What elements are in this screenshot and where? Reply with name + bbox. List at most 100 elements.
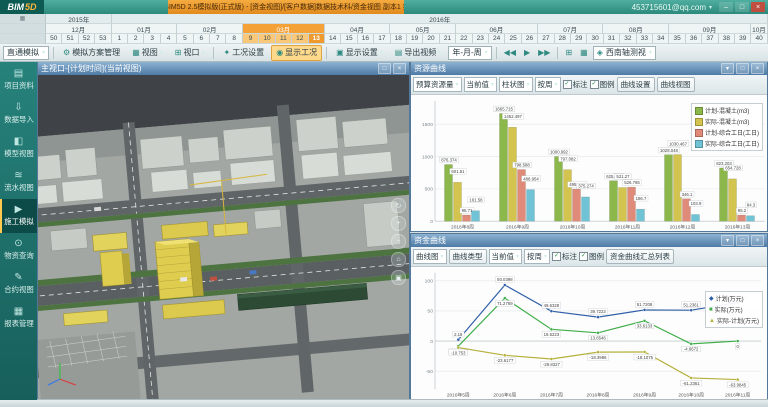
viewport-header[interactable]: 主视口-[计划时间](当前视图) □× — [38, 62, 409, 75]
timeline-week-50[interactable]: 50 — [46, 34, 62, 44]
timeline-week-13[interactable]: 13 — [309, 34, 325, 44]
maximize-button[interactable]: □ — [735, 2, 749, 12]
timeline-week-10[interactable]: 10 — [259, 34, 275, 44]
fund-annotate-checkbox[interactable]: ✓标注 — [552, 251, 577, 262]
timeline-week-53[interactable]: 53 — [95, 34, 111, 44]
fund-menu-button[interactable]: ▾ — [721, 235, 734, 246]
resource-annotate-checkbox[interactable]: ✓标注 — [563, 79, 588, 90]
fund-value-mode-select[interactable]: 当前值▾ — [489, 249, 523, 264]
timeline-month-01月[interactable]: 01月 — [112, 24, 178, 34]
timeline-week-3[interactable]: 3 — [144, 34, 160, 44]
timeline-month-07月[interactable]: 07月 — [538, 24, 604, 34]
timeline-week-22[interactable]: 22 — [456, 34, 472, 44]
timeline-week-40[interactable]: 40 — [751, 34, 767, 44]
fund-legend-checkbox[interactable]: ✓图例 — [579, 251, 604, 262]
fund-chart-type-select[interactable]: 曲线图▾ — [413, 249, 447, 264]
timeline-week-19[interactable]: 19 — [407, 34, 423, 44]
timeline-week-26[interactable]: 26 — [522, 34, 538, 44]
camera-angle-select[interactable]: ◈西南轴测视▾ — [593, 46, 656, 60]
curve-view-button[interactable]: 曲线视图 — [657, 77, 695, 92]
home-view-tool-icon[interactable]: ⌂ — [391, 252, 406, 267]
timeline-week-2[interactable]: 2 — [128, 34, 144, 44]
timeline-week-37[interactable]: 37 — [702, 34, 718, 44]
timeline-week-6[interactable]: 6 — [194, 34, 210, 44]
sidebar-item-model-view[interactable]: ◧模型视图 — [0, 131, 37, 165]
timeline-week-32[interactable]: 32 — [620, 34, 636, 44]
layout-button[interactable]: ▦ — [577, 45, 591, 61]
timeline-year-2015年[interactable]: 2015年 — [46, 14, 112, 24]
sidebar-item-data-import[interactable]: ⇩数据导入 — [0, 97, 37, 131]
sidebar-item-report-management[interactable]: ▦报表管理 — [0, 301, 37, 335]
timeline-week-24[interactable]: 24 — [489, 34, 505, 44]
sidebar-item-material-query[interactable]: ⊙物资查询 — [0, 233, 37, 267]
timeline-week-25[interactable]: 25 — [505, 34, 521, 44]
fund-period-select[interactable]: 按周▾ — [524, 249, 550, 264]
timeline-week-1[interactable]: 1 — [112, 34, 128, 44]
fullscreen-tool-icon[interactable]: ▣ — [391, 270, 406, 285]
sidebar-item-flow-view[interactable]: ≋流水视图 — [0, 165, 37, 199]
timeline-week-35[interactable]: 35 — [669, 34, 685, 44]
timeline-week-20[interactable]: 20 — [423, 34, 439, 44]
timeline-month-10月[interactable]: 10月 — [751, 24, 768, 34]
resource-value-mode-select[interactable]: 当前值▾ — [464, 77, 498, 92]
timeline-month-02月[interactable]: 02月 — [177, 24, 243, 34]
resource-float-button[interactable]: □ — [736, 63, 749, 74]
timeline-week-8[interactable]: 8 — [226, 34, 242, 44]
viewport-button[interactable]: ⊞视口▾ — [170, 45, 210, 61]
timeline-week-7[interactable]: 7 — [210, 34, 226, 44]
timeline-month-06月[interactable]: 06月 — [456, 24, 538, 34]
resource-period-select[interactable]: 按周▾ — [535, 77, 561, 92]
timeline-week-28[interactable]: 28 — [555, 34, 571, 44]
fund-float-button[interactable]: □ — [736, 235, 749, 246]
working-condition-settings-button[interactable]: ✦工况设置 — [218, 45, 269, 61]
zoom-in-tool-icon[interactable]: + — [391, 216, 406, 231]
simulation-scheme-manage-button[interactable]: ⚙模拟方案管理 — [58, 45, 125, 61]
timeline-week-11[interactable]: 11 — [276, 34, 292, 44]
simulation-mode-select[interactable]: 直通模拟▾ — [3, 46, 49, 60]
curve-settings-button[interactable]: 曲线设置 — [617, 77, 655, 92]
grid-view-button[interactable]: ⊞ — [562, 45, 575, 61]
timeline-month-04月[interactable]: 04月 — [325, 24, 391, 34]
sidebar-item-construction-simulation[interactable]: ▶施工模拟 — [0, 199, 37, 233]
sidebar-item-project-data[interactable]: ▤项目资料 — [0, 63, 37, 97]
orbit-tool-icon[interactable]: ↻ — [391, 198, 406, 213]
minimize-button[interactable]: – — [719, 2, 733, 12]
display-settings-button[interactable]: ▣显示设置▾ — [331, 45, 388, 61]
timeline-week-52[interactable]: 52 — [79, 34, 95, 44]
3d-scene-canvas[interactable] — [38, 75, 409, 399]
timeline-week-30[interactable]: 30 — [587, 34, 603, 44]
resource-panel-header[interactable]: 资源曲线 ▾□× — [411, 62, 767, 75]
show-working-condition-toggle[interactable]: ◉显示工况 — [271, 45, 322, 61]
timeline-week-33[interactable]: 33 — [637, 34, 653, 44]
timeline-month-03月[interactable]: 03月 — [243, 24, 325, 34]
resource-menu-button[interactable]: ▾ — [721, 63, 734, 74]
play-button[interactable]: ▶ — [521, 45, 533, 61]
timeline-week-12[interactable]: 12 — [292, 34, 308, 44]
timeline-week-14[interactable]: 14 — [325, 34, 341, 44]
timeline-month-12月[interactable]: 12月 — [46, 24, 112, 34]
fund-close-button[interactable]: × — [751, 235, 764, 246]
timeline-week-39[interactable]: 39 — [735, 34, 751, 44]
timeline-week-34[interactable]: 34 — [653, 34, 669, 44]
viewport-close-button[interactable]: × — [393, 63, 406, 74]
timeline-year-2016年[interactable]: 2016年 — [112, 14, 768, 24]
timeline-menu-icon[interactable]: ▦ — [0, 14, 46, 24]
time-scale-select[interactable]: 年-月-周▾ — [448, 46, 491, 60]
curve-type-button[interactable]: 曲线类型 — [449, 249, 487, 264]
timeline-week-15[interactable]: 15 — [341, 34, 357, 44]
timeline-week-29[interactable]: 29 — [571, 34, 587, 44]
timeline-week-23[interactable]: 23 — [473, 34, 489, 44]
timeline-month-08月[interactable]: 08月 — [603, 24, 669, 34]
viewport-maximize-button[interactable]: □ — [378, 63, 391, 74]
view-button[interactable]: ▦视图▾ — [127, 45, 168, 61]
step-forward-button[interactable]: ▶▶ — [535, 45, 553, 61]
resource-legend-checkbox[interactable]: ✓图例 — [590, 79, 615, 90]
resource-chart-type-select[interactable]: 柱状图▾ — [499, 77, 533, 92]
timeline-week-18[interactable]: 18 — [391, 34, 407, 44]
resource-close-button[interactable]: × — [751, 63, 764, 74]
timeline-week-36[interactable]: 36 — [686, 34, 702, 44]
zoom-out-tool-icon[interactable]: − — [391, 234, 406, 249]
timeline-week-9[interactable]: 9 — [243, 34, 259, 44]
timeline-week-31[interactable]: 31 — [604, 34, 620, 44]
timeline-month-05月[interactable]: 05月 — [390, 24, 456, 34]
